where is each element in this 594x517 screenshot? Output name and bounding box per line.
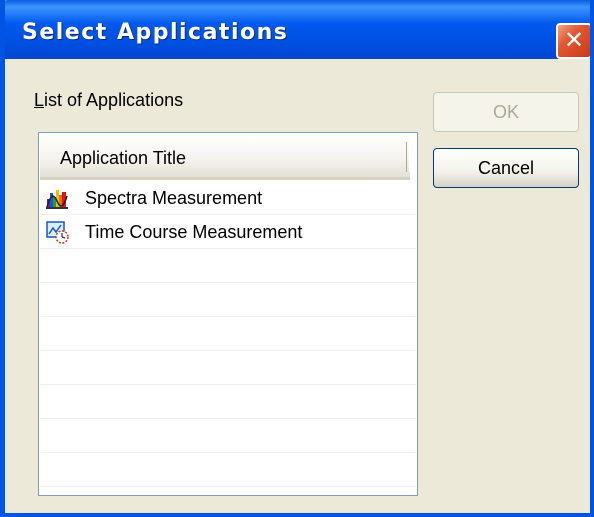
column-header-application-title[interactable]: Application Title (40, 134, 410, 180)
list-item-label: Time Course Measurement (85, 222, 303, 242)
empty-row (40, 283, 416, 317)
spectra-measurement-icon (46, 187, 68, 209)
empty-row (40, 453, 416, 487)
list-item-time-course-measurement[interactable]: Time Course Measurement (40, 215, 416, 249)
list-of-applications-label: List of Applications (34, 90, 183, 111)
close-button[interactable]: ✕ (556, 23, 590, 59)
time-course-measurement-icon (46, 221, 69, 244)
ok-button[interactable]: OK (433, 92, 579, 132)
empty-row (40, 351, 416, 385)
column-divider[interactable] (406, 142, 410, 172)
empty-row (40, 385, 416, 419)
empty-row (40, 419, 416, 453)
empty-row (40, 317, 416, 351)
list-rows: Spectra Measurement Time Course Measurem… (40, 181, 416, 495)
empty-row (40, 249, 416, 283)
column-header-label: Application Title (60, 148, 187, 168)
empty-row (40, 487, 416, 495)
applications-list[interactable]: Application Title Spectra Measurement Ti… (38, 132, 418, 496)
window-title: Select Applications (22, 20, 289, 45)
label-text: ist of Applications (44, 90, 184, 110)
cancel-button[interactable]: Cancel (433, 148, 579, 188)
close-icon: ✕ (563, 26, 585, 54)
select-applications-dialog: Select Applications ✕ List of Applicatio… (0, 0, 594, 517)
list-item-spectra-measurement[interactable]: Spectra Measurement (40, 181, 416, 215)
title-bar[interactable]: Select Applications ✕ (5, 0, 590, 59)
list-item-label: Spectra Measurement (85, 188, 263, 208)
label-mnemonic: L (34, 90, 45, 110)
